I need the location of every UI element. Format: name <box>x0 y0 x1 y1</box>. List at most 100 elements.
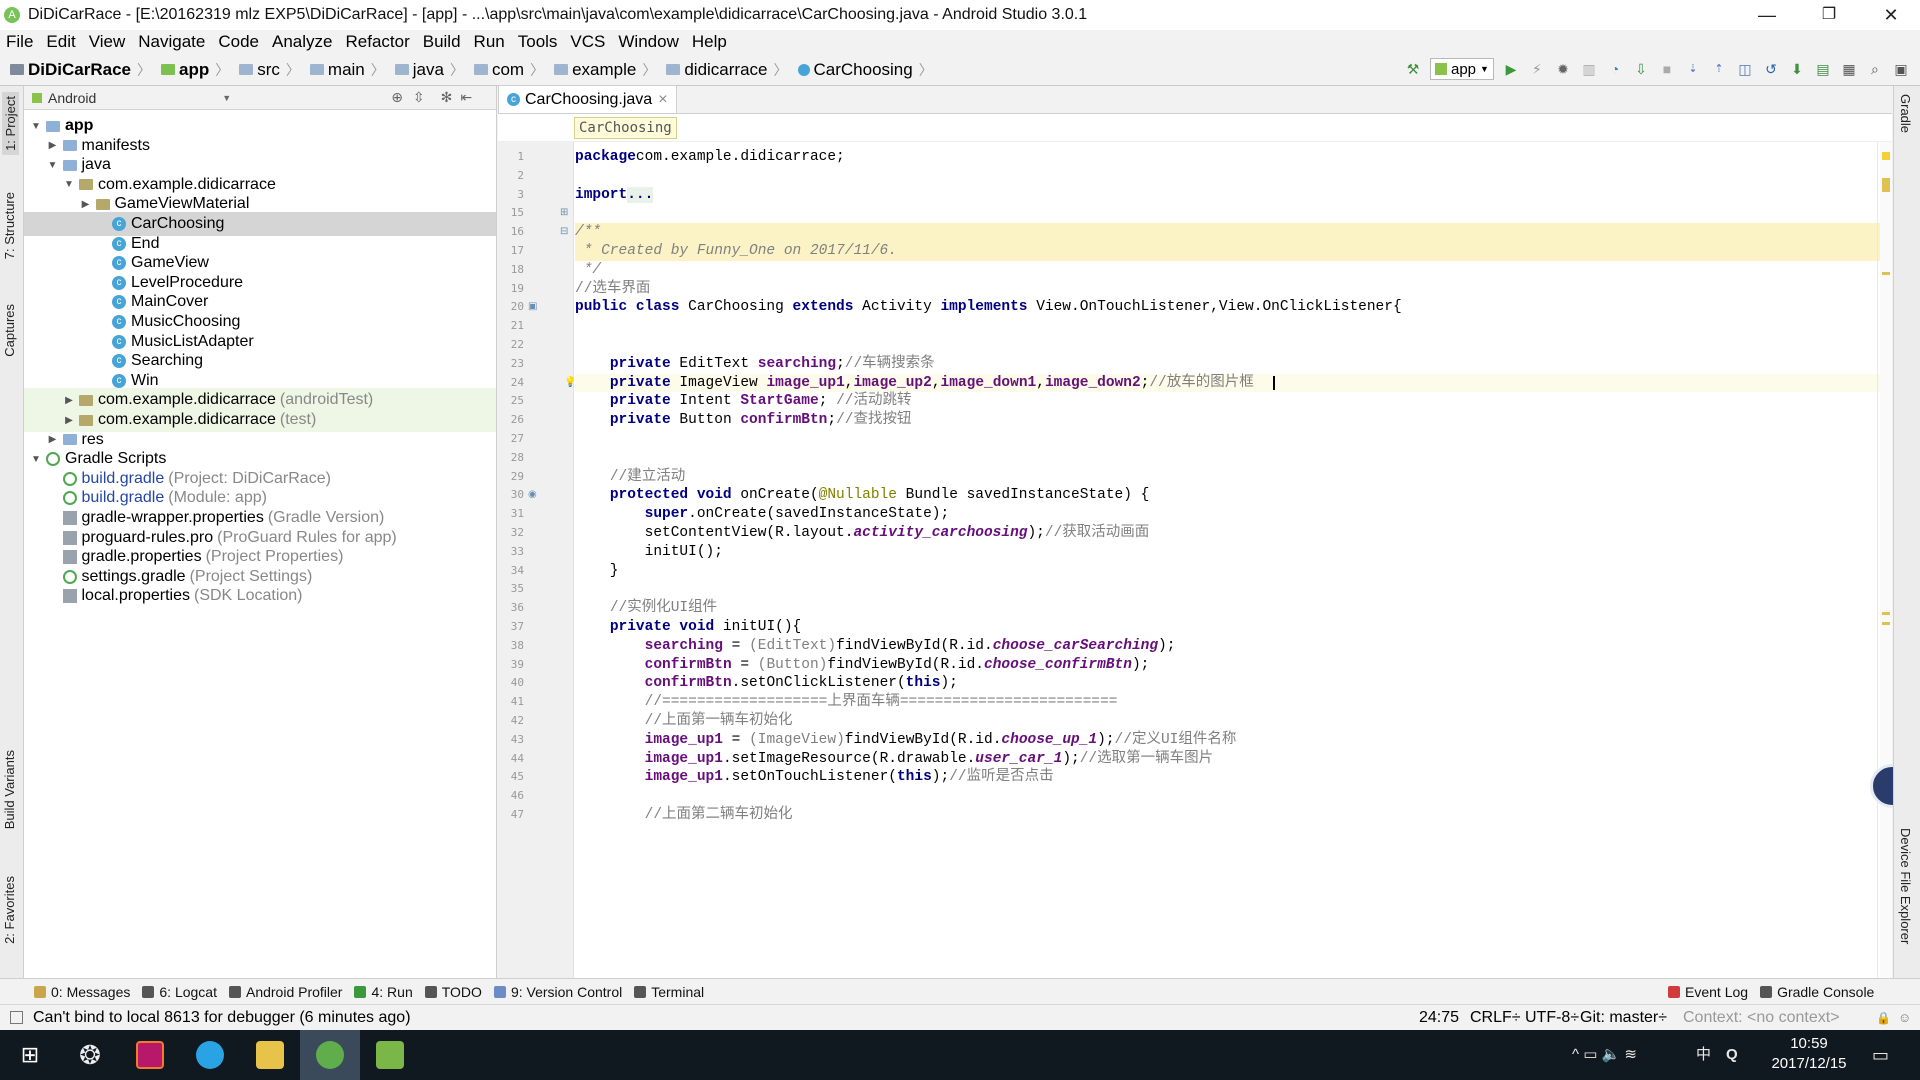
line-number[interactable]: 17 <box>498 242 524 261</box>
menu-item-code[interactable]: Code <box>212 30 266 54</box>
tab-project[interactable]: 1: Project <box>2 92 19 155</box>
menu-item-refactor[interactable]: Refactor <box>339 30 416 54</box>
lock-icon[interactable]: 🔒 <box>1876 1011 1891 1025</box>
tool-window-4-run[interactable]: 4: Run <box>354 984 413 1000</box>
close-tab-icon[interactable]: × <box>658 91 667 109</box>
menu-item-file[interactable]: File <box>0 30 40 54</box>
line-number[interactable]: 21 <box>498 317 524 336</box>
code-line[interactable]: initUI(); <box>575 543 1892 562</box>
line-number[interactable]: 28 <box>498 449 524 468</box>
code-line[interactable]: image_up1 = (ImageView)findViewById(R.id… <box>575 731 1892 750</box>
taskbar-app-explorer[interactable] <box>240 1030 300 1080</box>
code-line[interactable]: private Button confirmBtn;//查找按钮 <box>575 411 1892 430</box>
line-number[interactable]: 33 <box>498 543 524 562</box>
tab-favorites[interactable]: 2: Favorites <box>2 876 17 944</box>
line-number[interactable]: 29 <box>498 468 524 487</box>
tool-window-9-version-control[interactable]: 9: Version Control <box>493 984 622 1000</box>
expanded-arrow-icon[interactable]: ▼ <box>30 121 42 132</box>
warning-marker[interactable] <box>1882 178 1890 192</box>
line-number[interactable]: 41 <box>498 693 524 712</box>
override-marker-icon[interactable]: ▣ <box>528 298 537 317</box>
revert-icon[interactable]: ↺ <box>1761 59 1781 79</box>
tab-gradle[interactable]: Gradle <box>1898 94 1913 133</box>
line-number[interactable]: 35 <box>498 580 524 599</box>
code-line[interactable]: /** <box>575 223 1892 242</box>
tool-window-gradle-console[interactable]: Gradle Console <box>1760 984 1874 1000</box>
gear-icon[interactable]: ✻ <box>441 89 453 106</box>
tool-window-event-log[interactable]: Event Log <box>1668 984 1748 1000</box>
file-encoding[interactable]: UTF-8÷ <box>1525 1009 1579 1027</box>
line-number[interactable]: 15 <box>498 204 524 223</box>
menu-item-view[interactable]: View <box>83 30 133 54</box>
line-number[interactable]: 36 <box>498 599 524 618</box>
chevron-down-icon[interactable]: ▼ <box>222 93 231 103</box>
tool-window-todo[interactable]: TODO <box>424 984 482 1000</box>
line-number[interactable]: 38 <box>498 637 524 656</box>
collapsed-arrow-icon[interactable]: ▶ <box>80 199 92 210</box>
code-line[interactable] <box>575 449 1892 468</box>
menu-item-vcs[interactable]: VCS <box>564 30 612 54</box>
line-number[interactable]: 34 <box>498 562 524 581</box>
clock[interactable]: 10:59 2017/12/15 <box>1764 1034 1854 1074</box>
apply-changes-icon[interactable]: ⚡ <box>1527 59 1547 79</box>
warning-marker[interactable] <box>1882 272 1890 275</box>
code-line[interactable] <box>575 317 1892 336</box>
override-marker-icon[interactable]: ◉ <box>528 486 537 505</box>
breadcrumb-item[interactable]: src 〉 <box>233 60 300 80</box>
breadcrumb-item[interactable]: com 〉 <box>468 60 544 80</box>
menu-item-analyze[interactable]: Analyze <box>266 30 339 54</box>
line-number[interactable]: 30 <box>498 486 524 505</box>
vcs-commit-icon[interactable]: ⇡ <box>1709 59 1729 79</box>
line-number[interactable]: 18 <box>498 261 524 280</box>
line-number[interactable]: 23 <box>498 355 524 374</box>
breadcrumb-item[interactable]: java 〉 <box>389 60 464 80</box>
expanded-arrow-icon[interactable]: ▼ <box>30 454 42 465</box>
line-number[interactable]: 16 <box>498 223 524 242</box>
qq-tray-icon[interactable]: Q <box>1726 1030 1738 1080</box>
code-line[interactable]: import... <box>575 186 1892 205</box>
code-line[interactable]: //建立活动 <box>575 468 1892 487</box>
code-line[interactable] <box>575 430 1892 449</box>
collapsed-arrow-icon[interactable]: ▶ <box>47 140 59 151</box>
line-number[interactable]: 39 <box>498 656 524 675</box>
error-stripe[interactable] <box>1880 142 1892 978</box>
warning-marker[interactable] <box>1882 612 1890 615</box>
tool-window-0-messages[interactable]: 0: Messages <box>34 984 130 1000</box>
code-line[interactable]: } <box>575 562 1892 581</box>
code-line[interactable]: super.onCreate(savedInstanceState); <box>575 505 1892 524</box>
attach-debugger-icon[interactable]: ◔ <box>1605 59 1625 79</box>
taskbar-app-qq[interactable] <box>180 1030 240 1080</box>
close-window-button[interactable]: ✕ <box>1866 0 1916 30</box>
menu-item-edit[interactable]: Edit <box>40 30 82 54</box>
tab-device-file-explorer[interactable]: Device File Explorer <box>1898 828 1913 944</box>
line-number[interactable]: 37 <box>498 618 524 637</box>
line-number[interactable]: 47 <box>498 806 524 825</box>
code-line[interactable] <box>575 204 1892 223</box>
stop-icon[interactable]: ■ <box>1657 59 1677 79</box>
hide-panel-icon[interactable]: ⇤ <box>460 89 472 106</box>
code-line[interactable]: private EditText searching;//车辆搜索条 <box>575 355 1892 374</box>
line-number[interactable]: 32 <box>498 524 524 543</box>
line-number[interactable]: 19 <box>498 280 524 299</box>
code-line[interactable]: //===================上界面车辆==============… <box>575 693 1892 712</box>
sdk-manager-icon[interactable]: ⬇ <box>1787 59 1807 79</box>
line-number[interactable]: 20 <box>498 298 524 317</box>
vcs-history-icon[interactable]: ◫ <box>1735 59 1755 79</box>
code-line[interactable]: //选车界面 <box>575 280 1892 299</box>
code-line[interactable]: searching = (EditText)findViewById(R.id.… <box>575 637 1892 656</box>
scroll-from-source-icon[interactable]: ⊕ <box>391 89 403 106</box>
code-line[interactable] <box>575 580 1892 599</box>
make-project-icon[interactable]: ⚒ <box>1403 59 1423 79</box>
line-number[interactable]: 1 <box>498 148 524 167</box>
notification-icon[interactable]: ▭ <box>1872 1030 1889 1080</box>
search-everywhere-icon[interactable]: ⌕ <box>1865 59 1885 79</box>
line-number[interactable]: 44 <box>498 750 524 769</box>
inspector-icon[interactable]: ☺ <box>1898 1010 1911 1025</box>
project-structure-icon[interactable]: ▦ <box>1839 59 1859 79</box>
code-line[interactable]: private Intent StartGame; //活动跳转 <box>575 392 1892 411</box>
maximize-button[interactable]: ❐ <box>1804 0 1854 30</box>
minimize-button[interactable]: — <box>1742 0 1792 30</box>
taskbar-app-notes[interactable] <box>360 1030 420 1080</box>
code-line[interactable]: //上面第二辆车初始化 <box>575 806 1892 825</box>
tool-window-6-logcat[interactable]: 6: Logcat <box>142 984 217 1000</box>
